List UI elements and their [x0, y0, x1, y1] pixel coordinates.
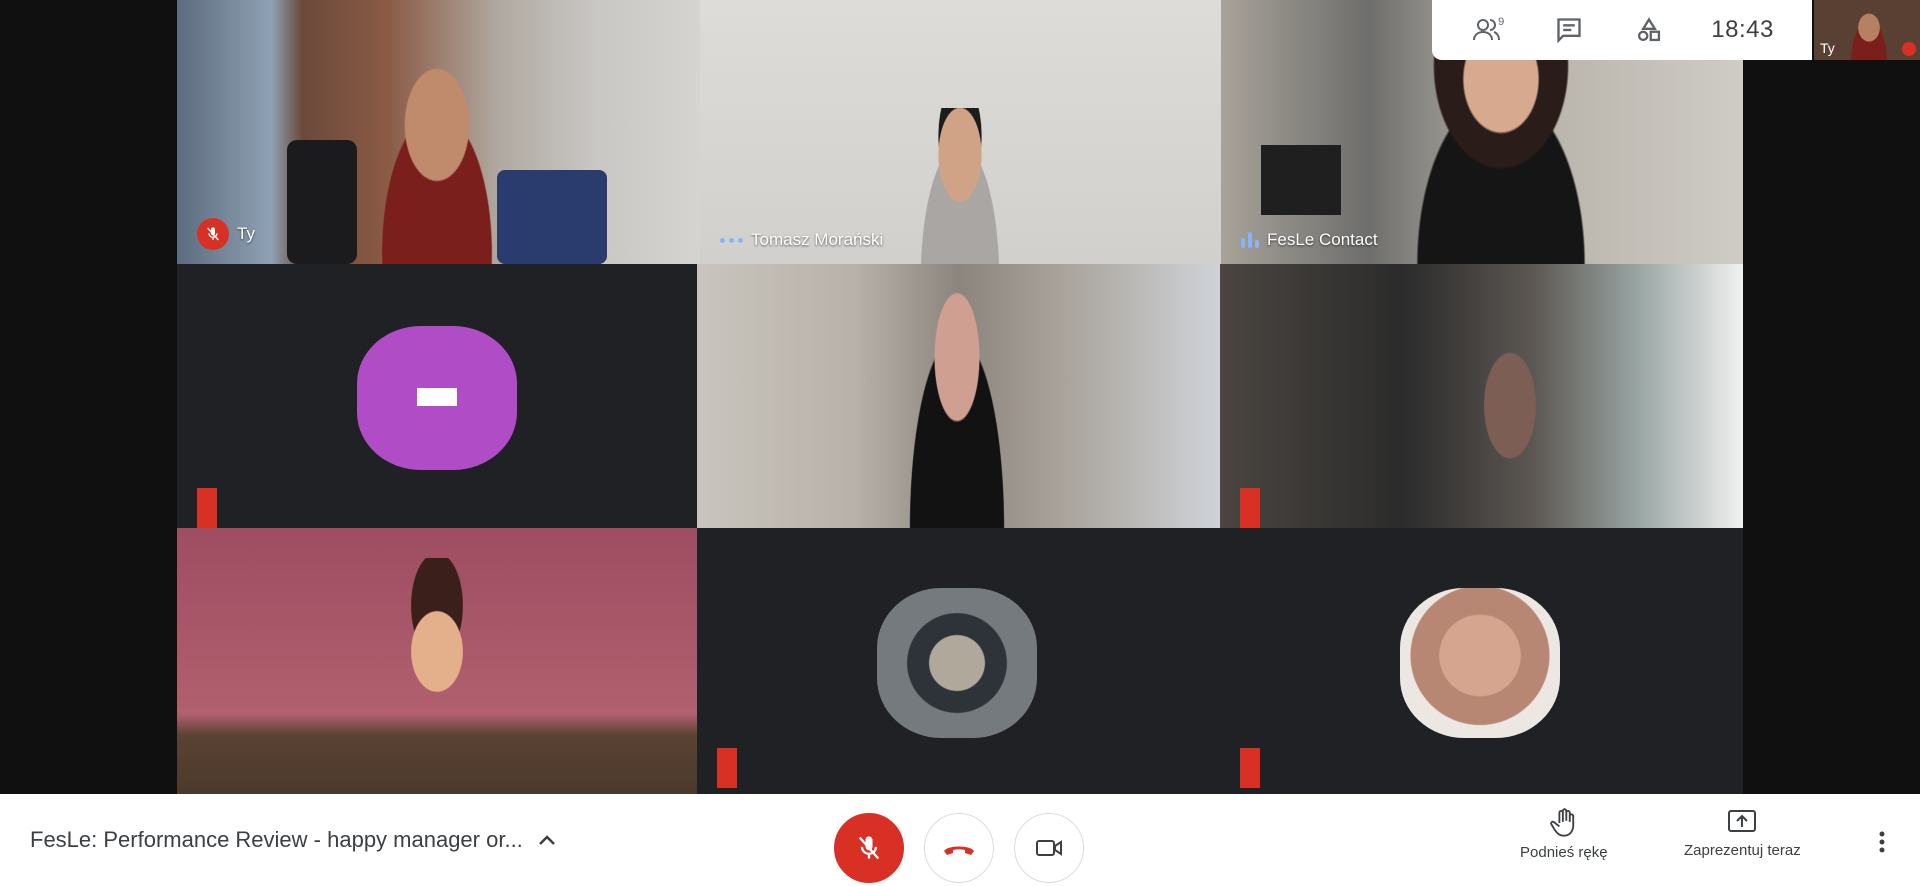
video-stage: Ty Tomasz Morański FesLe Contact 9 18:43…	[0, 0, 1920, 794]
video-tile-pixelated-4[interactable]	[697, 528, 1220, 794]
person-figure	[377, 558, 497, 728]
more-options-button[interactable]	[1870, 822, 1894, 862]
raise-hand-label: Podnieś rękę	[1520, 844, 1608, 861]
person-figure	[910, 108, 1010, 264]
chat-icon[interactable]	[1551, 12, 1587, 48]
people-icon[interactable]: 9	[1470, 12, 1506, 48]
mic-off-icon	[858, 836, 880, 860]
clock: 18:43	[1711, 16, 1774, 43]
participant-grid: Ty Tomasz Morański FesLe Contact	[177, 0, 1743, 794]
mic-off-indicator	[1240, 748, 1260, 788]
participant-label-tomasz: Tomasz Morański	[720, 230, 883, 250]
video-camera-icon	[1036, 840, 1062, 856]
video-tile-self[interactable]: Ty	[177, 0, 700, 264]
mic-off-indicator	[717, 748, 737, 788]
person-figure	[357, 50, 517, 264]
avatar-photo	[1400, 588, 1560, 738]
hand-icon	[1550, 808, 1574, 837]
participant-name: Ty	[237, 224, 255, 243]
self-thumb-label: Ty	[1820, 40, 1835, 56]
more-vertical-icon	[1879, 831, 1885, 853]
speaking-bars-icon	[1241, 232, 1259, 248]
participant-name: FesLe Contact	[1267, 230, 1378, 249]
video-tile-pixelated-3[interactable]	[177, 528, 697, 794]
video-tile-avatar[interactable]	[177, 264, 697, 528]
present-now-label: Zaprezentuj teraz	[1684, 842, 1801, 859]
present-now-button[interactable]: Zaprezentuj teraz	[1684, 808, 1801, 859]
mic-off-indicator	[197, 488, 217, 528]
tv-screen	[1261, 145, 1341, 215]
camera-toggle-button[interactable]	[1014, 813, 1084, 883]
meeting-details[interactable]: FesLe: Performance Review - happy manage…	[30, 794, 557, 886]
present-screen-icon	[1728, 810, 1757, 832]
video-tile-pixelated-1[interactable]	[697, 264, 1220, 528]
sofa	[497, 170, 607, 264]
chair	[287, 140, 357, 264]
avatar-initial	[417, 388, 457, 406]
chevron-up-icon[interactable]	[537, 827, 557, 853]
avatar-photo	[877, 588, 1037, 738]
person-figure	[1450, 324, 1570, 528]
mic-toggle-button[interactable]	[834, 813, 904, 883]
leave-call-button[interactable]	[924, 813, 994, 883]
mic-off-icon	[1902, 42, 1916, 56]
video-tile-pixelated-2[interactable]	[1220, 264, 1743, 528]
participant-label-self: Ty	[197, 218, 255, 250]
participant-name: Tomasz Morański	[751, 230, 884, 249]
person-figure	[1844, 6, 1894, 60]
person-figure	[897, 284, 1017, 528]
video-tile-tomasz[interactable]: Tomasz Morański	[700, 0, 1221, 264]
raise-hand-button[interactable]: Podnieś rękę	[1520, 808, 1608, 861]
speaking-dots-icon	[720, 237, 743, 243]
mic-off-indicator	[1240, 488, 1260, 528]
bottom-control-bar: FesLe: Performance Review - happy manage…	[0, 794, 1920, 886]
mic-off-icon	[197, 218, 229, 250]
activities-icon[interactable]	[1631, 12, 1667, 48]
hangup-icon	[944, 846, 974, 855]
top-info-panel: 9 18:43	[1432, 0, 1812, 60]
meeting-title: FesLe: Performance Review - happy manage…	[30, 827, 523, 852]
self-preview-thumbnail[interactable]: Ty	[1814, 0, 1920, 60]
video-tile-pixelated-5[interactable]	[1220, 528, 1743, 794]
participant-label-fesle-contact: FesLe Contact	[1241, 230, 1378, 250]
people-count: 9	[1498, 16, 1505, 28]
